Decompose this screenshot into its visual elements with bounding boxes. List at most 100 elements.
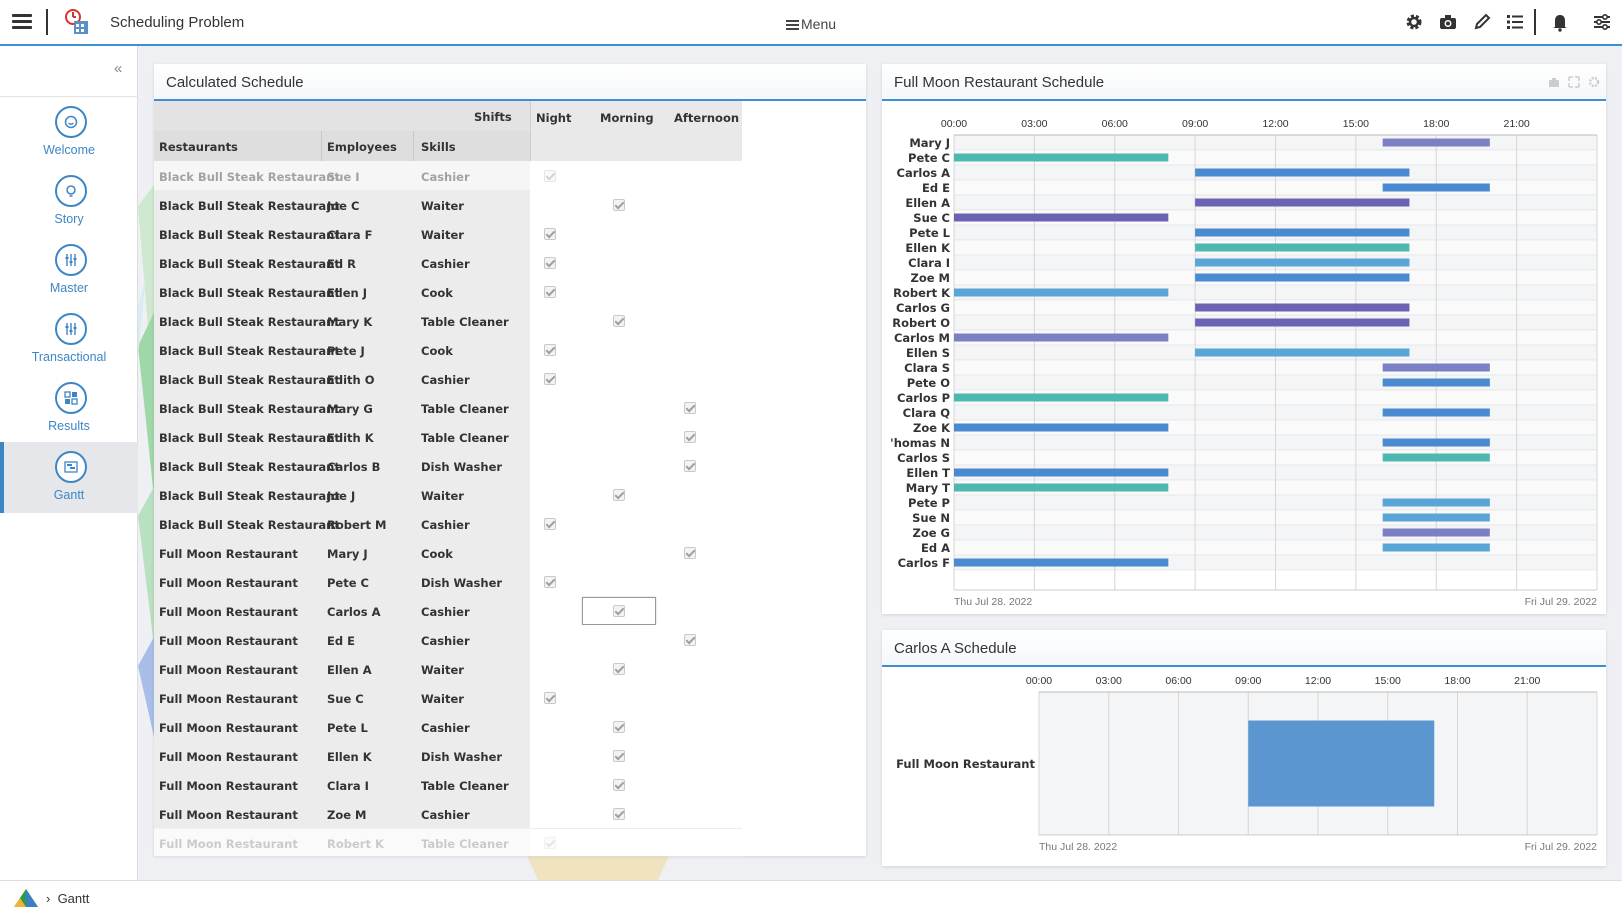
table-row[interactable]: Full Moon Restaurant Carlos A Cashier (154, 596, 742, 626)
table-row[interactable]: Black Bull Steak Restaurant Robert M Cashi… (154, 509, 742, 539)
table-row[interactable]: Full Moon Restaurant Ellen A Waiter (154, 654, 742, 684)
shift-checkbox[interactable] (613, 315, 625, 327)
shift-checkbox[interactable] (613, 199, 625, 211)
table-row[interactable]: Black Bull Steak Restaurant Ellen J Cook (154, 277, 742, 307)
shift-checkbox[interactable] (684, 431, 696, 443)
header-morning[interactable]: Morning (600, 111, 654, 125)
table-row[interactable]: Full Moon Restaurant Pete C Dish Washer (154, 567, 742, 597)
table-row[interactable]: Full Moon Restaurant Clara I Table Cleaner (154, 770, 742, 800)
shift-checkbox[interactable] (684, 402, 696, 414)
gantt-bar[interactable] (1195, 168, 1410, 177)
table-row[interactable]: Black Bull Steak Restaurant Sue I Cashier (154, 161, 742, 191)
gantt-bar[interactable] (1248, 720, 1435, 807)
table-row[interactable]: Black Bull Steak Restaurant Joe C Waiter (154, 190, 742, 220)
shift-checkbox[interactable] (684, 460, 696, 472)
sidebar-item-welcome[interactable]: Welcome (0, 97, 138, 168)
table-row[interactable]: Black Bull Steak Restaurant Joe J Waiter (154, 480, 742, 510)
pencil-icon[interactable] (1472, 12, 1492, 32)
shift-checkbox[interactable] (544, 837, 556, 849)
gantt-bar[interactable] (1382, 363, 1490, 372)
table-row[interactable]: Black Bull Steak Restaurant Mary G Table C… (154, 393, 742, 423)
shift-checkbox[interactable] (613, 808, 625, 820)
gantt-bar[interactable] (954, 558, 1169, 567)
settings-sliders-icon[interactable] (1592, 12, 1612, 32)
table-row[interactable]: Black Bull Steak Restaurant Edith O Cashie… (154, 364, 742, 394)
shift-checkbox[interactable] (613, 489, 625, 501)
shift-checkbox[interactable] (544, 344, 556, 356)
gantt-bar[interactable] (1382, 138, 1490, 147)
gantt-bar[interactable] (954, 468, 1169, 477)
shift-checkbox[interactable] (613, 721, 625, 733)
shift-checkbox[interactable] (544, 228, 556, 240)
gantt-bar[interactable] (1382, 513, 1490, 522)
shift-checkbox[interactable] (544, 576, 556, 588)
shift-checkbox[interactable] (544, 257, 556, 269)
gantt-bar[interactable] (1382, 408, 1490, 417)
breadcrumb[interactable]: › Gantt (46, 891, 89, 906)
bell-icon[interactable] (1550, 12, 1570, 32)
table-row[interactable]: Black Bull Steak Restaurant Pete J Cook (154, 335, 742, 365)
shift-checkbox[interactable] (613, 605, 625, 617)
table-row[interactable]: Full Moon Restaurant Mary J Cook (154, 538, 742, 568)
shift-checkbox[interactable] (544, 170, 556, 182)
table-row[interactable]: Full Moon Restaurant Pete L Cashier (154, 712, 742, 742)
table-row[interactable]: Full Moon Restaurant Ellen K Dish Washer (154, 741, 742, 771)
gantt-bar[interactable] (954, 483, 1169, 492)
shift-checkbox[interactable] (613, 663, 625, 675)
menu-button[interactable]: Menu (786, 16, 836, 32)
camera-icon[interactable] (1548, 76, 1560, 88)
camera-icon[interactable] (1438, 12, 1458, 32)
gantt-bar[interactable] (1195, 258, 1410, 267)
table-row[interactable]: Black Bull Steak Restaurant Ed R Cashier (154, 248, 742, 278)
sidebar-item-story[interactable]: Story (0, 166, 138, 237)
table-row[interactable]: Black Bull Steak Restaurant Mary K Table C… (154, 306, 742, 336)
gantt-bar[interactable] (1195, 273, 1410, 282)
sidebar-item-gantt[interactable]: Gantt (0, 442, 138, 513)
gantt-bar[interactable] (1195, 243, 1410, 252)
sidebar-item-results[interactable]: Results (0, 373, 138, 444)
shift-checkbox[interactable] (544, 373, 556, 385)
table-row[interactable]: Full Moon Restaurant Robert K Table Cleane… (154, 828, 742, 858)
shift-checkbox[interactable] (684, 547, 696, 559)
sidebar-item-transactional[interactable]: Transactional (0, 304, 138, 375)
gear-icon[interactable] (1588, 76, 1600, 88)
gantt-bar[interactable] (1195, 318, 1410, 327)
gantt-bar[interactable] (1195, 348, 1410, 357)
table-row[interactable]: Black Bull Steak Restaurant Clara F Waiter (154, 219, 742, 249)
header-employees[interactable]: Employees (327, 140, 397, 154)
gantt-bar[interactable] (1195, 198, 1410, 207)
gantt-bar[interactable] (1382, 498, 1490, 507)
shift-checkbox[interactable] (613, 750, 625, 762)
gantt-bar[interactable] (1382, 183, 1490, 192)
gantt-bar[interactable] (1382, 528, 1490, 537)
gantt-bar[interactable] (1382, 378, 1490, 387)
header-restaurants[interactable]: Restaurants (159, 140, 238, 154)
gear-icon[interactable] (1404, 12, 1424, 32)
table-row[interactable]: Full Moon Restaurant Ed E Cashier (154, 625, 742, 655)
table-row[interactable]: Black Bull Steak Restaurant Edith K Table … (154, 422, 742, 452)
header-skills[interactable]: Skills (421, 140, 456, 154)
gantt-bar[interactable] (954, 153, 1169, 162)
hamburger-menu-icon[interactable] (12, 14, 32, 30)
list-icon[interactable] (1505, 12, 1525, 32)
header-night[interactable]: Night (536, 111, 571, 125)
gantt-bar[interactable] (954, 333, 1169, 342)
collapse-sidebar-icon[interactable]: « (114, 60, 122, 77)
shift-checkbox[interactable] (613, 779, 625, 791)
gantt-bar[interactable] (954, 423, 1169, 432)
gantt-bar[interactable] (1195, 228, 1410, 237)
gantt-bar[interactable] (1382, 543, 1490, 552)
gantt-bar[interactable] (1195, 303, 1410, 312)
gantt-bar[interactable] (954, 213, 1169, 222)
gantt-bar[interactable] (954, 288, 1169, 297)
expand-icon[interactable] (1568, 76, 1580, 88)
shift-checkbox[interactable] (544, 286, 556, 298)
table-row[interactable]: Black Bull Steak Restaurant Carlos B Dish … (154, 451, 742, 481)
shift-checkbox[interactable] (684, 634, 696, 646)
sidebar-item-master[interactable]: Master (0, 235, 138, 306)
table-row[interactable]: Full Moon Restaurant Sue C Waiter (154, 683, 742, 713)
shift-checkbox[interactable] (544, 692, 556, 704)
gantt-bar[interactable] (954, 393, 1169, 402)
gantt-bar[interactable] (1382, 438, 1490, 447)
table-row[interactable]: Full Moon Restaurant Zoe M Cashier (154, 799, 742, 829)
